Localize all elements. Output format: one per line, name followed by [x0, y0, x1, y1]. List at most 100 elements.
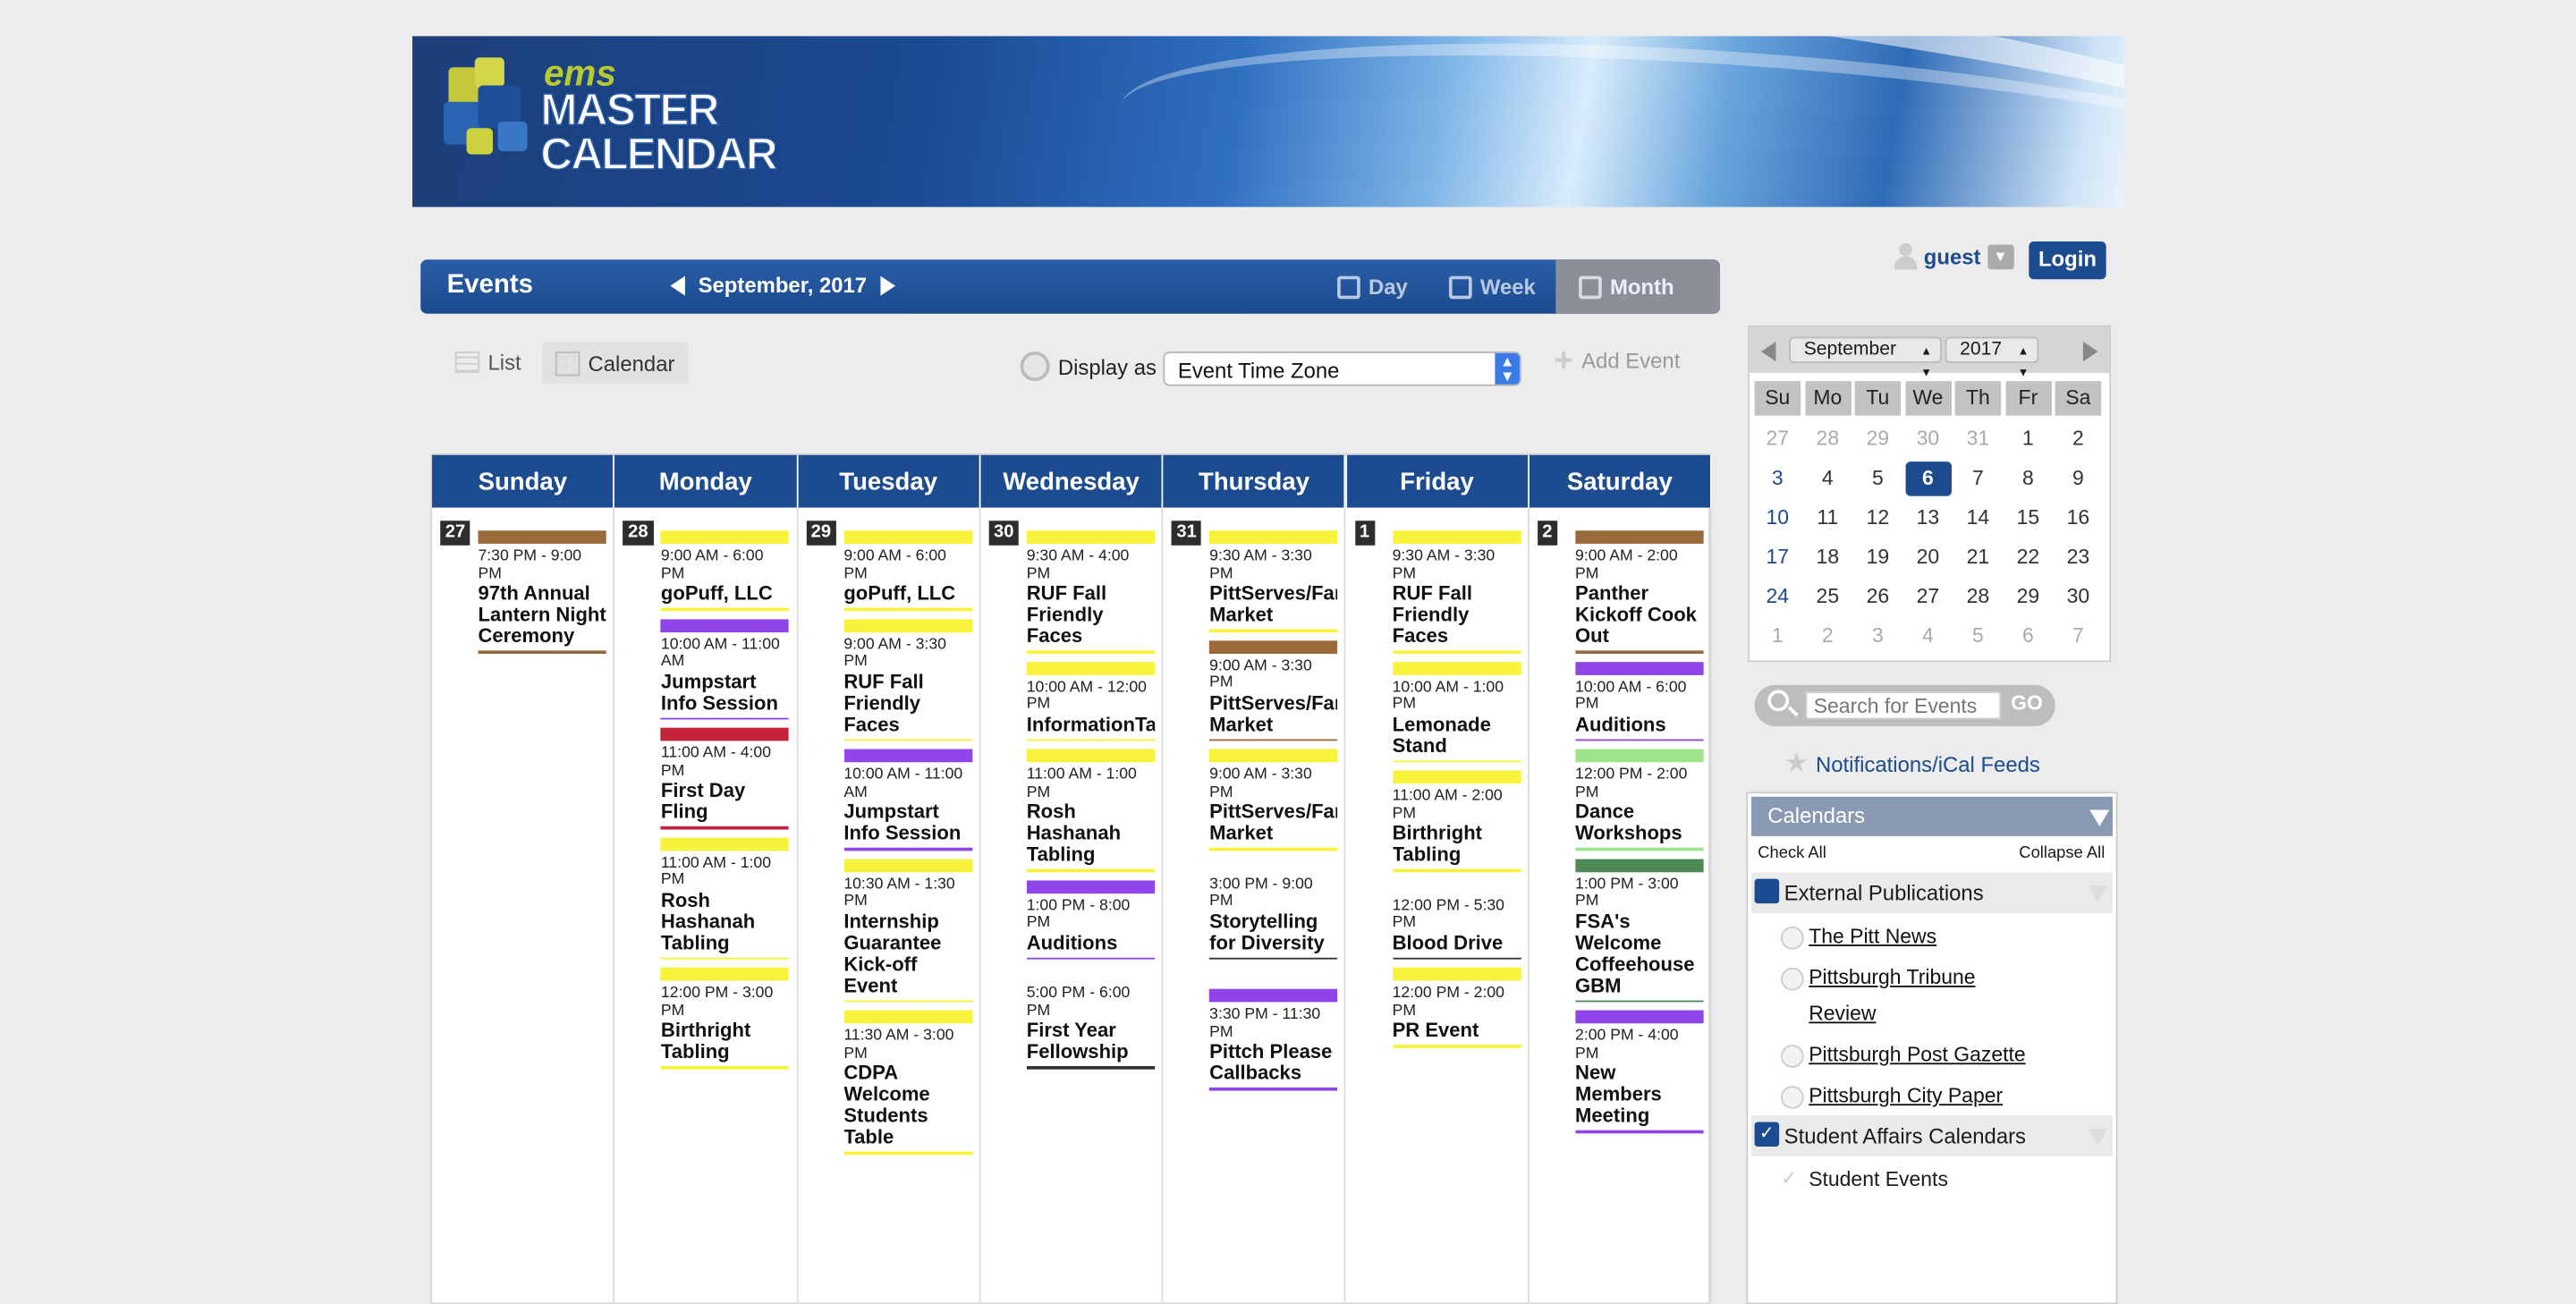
- mini-calendar-day[interactable]: 26: [1855, 580, 1901, 614]
- calendars-panel-header[interactable]: Calendars: [1750, 796, 2113, 836]
- prev-month-icon[interactable]: [670, 275, 685, 295]
- event-title[interactable]: Pittch Please Callbacks: [1209, 1041, 1337, 1084]
- calendar-link-city-paper[interactable]: Pittsburgh City Paper: [1809, 1084, 2003, 1107]
- calendar-toggle-icon[interactable]: [1780, 1086, 1804, 1109]
- day-number[interactable]: 27: [440, 521, 470, 546]
- calendar-event[interactable]: 10:00 AM - 6:00 PM Auditions: [1575, 661, 1704, 741]
- event-title[interactable]: Blood Drive: [1393, 932, 1521, 953]
- calendar-group-student-affairs[interactable]: ✓ Student Affairs Calendars: [1750, 1115, 2113, 1157]
- mini-month-select[interactable]: September ▲ ▼: [1789, 336, 1942, 379]
- calendar-event[interactable]: 11:00 AM - 1:00 PM Rosh Hashanah Tabling: [660, 836, 790, 960]
- calendar-link-pitt-news[interactable]: The Pitt News: [1809, 925, 1936, 948]
- calendar-group-external[interactable]: External Publications: [1750, 872, 2113, 914]
- login-button[interactable]: Login: [2029, 241, 2106, 280]
- calendar-event[interactable]: 10:00 AM - 1:00 PM Lemonade Stand: [1392, 661, 1521, 763]
- event-title[interactable]: Auditions: [1575, 714, 1703, 735]
- checkbox[interactable]: [1754, 878, 1780, 904]
- event-title[interactable]: PittServes/Far Market: [1209, 801, 1337, 844]
- view-day-button[interactable]: Day: [1337, 259, 1408, 314]
- mini-calendar-day[interactable]: 17: [1755, 540, 1801, 575]
- event-title[interactable]: goPuff, LLC: [843, 583, 971, 605]
- calendar-event[interactable]: 9:00 AM - 3:30 PM PittServes/Far Market: [1209, 749, 1338, 851]
- calendar-toggle-icon[interactable]: [1780, 967, 1804, 991]
- calendar-event[interactable]: 12:00 PM - 2:00 PM PR Event: [1392, 967, 1521, 1047]
- mini-calendar-day[interactable]: 28: [1805, 422, 1851, 457]
- mini-calendar-day[interactable]: 2: [2055, 422, 2101, 457]
- calendar-event[interactable]: 1:00 PM - 8:00 PM Auditions: [1026, 879, 1155, 960]
- calendar-event[interactable]: 11:00 AM - 4:00 PM First Day Fling: [660, 727, 790, 829]
- mini-calendar-day[interactable]: 3: [1855, 619, 1901, 654]
- mini-calendar-day[interactable]: 27: [1755, 422, 1801, 457]
- calendar-event[interactable]: 9:00 AM - 6:00 PM goPuff, LLC: [660, 530, 790, 611]
- mini-calendar-day[interactable]: 8: [2005, 461, 2051, 496]
- mini-calendar-day[interactable]: 20: [1905, 540, 1951, 575]
- mini-calendar-day[interactable]: 18: [1805, 540, 1851, 575]
- calendar-event[interactable]: 9:00 AM - 6:00 PM goPuff, LLC: [843, 530, 972, 611]
- day-number[interactable]: 30: [988, 521, 1020, 546]
- mini-calendar-day[interactable]: 31: [1955, 422, 2001, 457]
- mini-calendar-day[interactable]: 23: [2055, 540, 2101, 575]
- calendar-event[interactable]: 10:00 AM - 12:00 PMInformationTabl: [1026, 661, 1155, 741]
- mini-calendar-day[interactable]: 22: [2005, 540, 2051, 575]
- filter-icon[interactable]: [2088, 885, 2108, 902]
- event-title[interactable]: Birthright Tabling: [1393, 823, 1521, 866]
- event-title[interactable]: Jumpstart Info Session: [661, 671, 789, 714]
- day-number[interactable]: 31: [1171, 521, 1202, 546]
- event-title[interactable]: CDPA Welcome Students Table: [843, 1063, 971, 1148]
- calendar-event[interactable]: 9:30 AM - 3:30 PM RUF Fall Friendly Faces: [1392, 530, 1521, 654]
- mini-calendar-day[interactable]: 9: [2055, 461, 2101, 496]
- mini-calendar-day[interactable]: 13: [1905, 501, 1951, 536]
- calendar-event[interactable]: 12:00 PM - 3:00 PM Birthright Tabling: [660, 967, 790, 1069]
- calendar-view-tab[interactable]: Calendar: [542, 342, 689, 385]
- mini-calendar-day[interactable]: 7: [1955, 461, 2001, 496]
- collapse-all-link[interactable]: Collapse All: [2019, 844, 2105, 862]
- mini-calendar-day[interactable]: 3: [1755, 461, 1801, 496]
- day-number[interactable]: 2: [1537, 521, 1558, 546]
- view-week-button[interactable]: Week: [1448, 259, 1536, 314]
- calendar-event[interactable]: 11:00 AM - 2:00 PM Birthright Tabling: [1392, 770, 1521, 872]
- check-all-link[interactable]: Check All: [1758, 844, 1826, 862]
- chevron-down-icon[interactable]: ▼: [1987, 243, 2014, 269]
- event-title[interactable]: Storytelling for Diversity: [1209, 910, 1337, 953]
- event-title[interactable]: PittServes/Far Market: [1209, 692, 1337, 735]
- event-title[interactable]: PittServes/Far Market: [1209, 583, 1337, 626]
- event-title[interactable]: Internship Guarantee Kick-off Event: [843, 910, 971, 996]
- mini-calendar-day[interactable]: 30: [2055, 580, 2101, 614]
- calendar-toggle-icon[interactable]: [1780, 926, 1804, 950]
- mini-calendar-day[interactable]: 29: [1855, 422, 1901, 457]
- mini-calendar-day[interactable]: 14: [1955, 501, 2001, 536]
- event-title[interactable]: RUF Fall Friendly Faces: [843, 671, 971, 735]
- calendar-event[interactable]: 9:30 AM - 3:30 PM PittServes/Far Market: [1209, 530, 1338, 632]
- mini-calendar-day[interactable]: 5: [1955, 619, 2001, 654]
- calendar-student-events[interactable]: Student Events: [1809, 1168, 1948, 1191]
- mini-calendar-day[interactable]: 21: [1955, 540, 2001, 575]
- mini-calendar-day[interactable]: 16: [2055, 501, 2101, 536]
- mini-calendar-day[interactable]: 4: [1805, 461, 1851, 496]
- calendar-event[interactable]: 5:00 PM - 6:00 PM First Year Fellowship: [1026, 967, 1155, 1069]
- checkbox[interactable]: ✓: [1754, 1122, 1780, 1147]
- calendar-event[interactable]: 1:00 PM - 3:00 PM FSA's Welcome Coffeehou…: [1575, 858, 1704, 1003]
- mini-calendar-day[interactable]: 12: [1855, 501, 1901, 536]
- calendar-event[interactable]: 10:00 AM - 11:00 AM Jumpstart Info Sessio…: [843, 749, 972, 851]
- event-title[interactable]: 97th Annual Lantern Night Ceremony: [478, 583, 606, 648]
- calendar-event[interactable]: 7:30 PM - 9:00 PM 97th Annual Lantern Nig…: [478, 530, 606, 654]
- calendar-event[interactable]: 2:00 PM - 4:00 PM New Members Meeting: [1575, 1010, 1704, 1133]
- event-title[interactable]: InformationTabl: [1027, 714, 1155, 735]
- event-title[interactable]: Birthright Tabling: [661, 1020, 789, 1063]
- filter-icon[interactable]: [2088, 1128, 2108, 1146]
- event-title[interactable]: Panther Kickoff Cook Out: [1575, 583, 1703, 648]
- calendar-link-post-gazette[interactable]: Pittsburgh Post Gazette: [1809, 1043, 2025, 1066]
- event-title[interactable]: Dance Workshops: [1575, 801, 1703, 844]
- event-title[interactable]: Rosh Hashanah Tabling: [661, 890, 789, 954]
- event-title[interactable]: Rosh Hashanah Tabling: [1027, 801, 1155, 866]
- calendar-event[interactable]: 11:00 AM - 1:00 PM Rosh Hashanah Tabling: [1026, 749, 1155, 872]
- calendar-event[interactable]: 3:30 PM - 11:30 PM Pittch Please Callback…: [1209, 988, 1338, 1090]
- day-number[interactable]: 29: [806, 521, 836, 546]
- mini-calendar-day[interactable]: 19: [1855, 540, 1901, 575]
- mini-calendar-day[interactable]: 10: [1755, 501, 1801, 536]
- mini-calendar-day[interactable]: 6: [2005, 619, 2051, 654]
- mini-calendar-day[interactable]: 7: [2055, 619, 2101, 654]
- mini-calendar-day[interactable]: 2: [1805, 619, 1851, 654]
- mini-calendar-day[interactable]: 24: [1755, 580, 1801, 614]
- add-event-button[interactable]: + Add Event: [1555, 344, 1681, 377]
